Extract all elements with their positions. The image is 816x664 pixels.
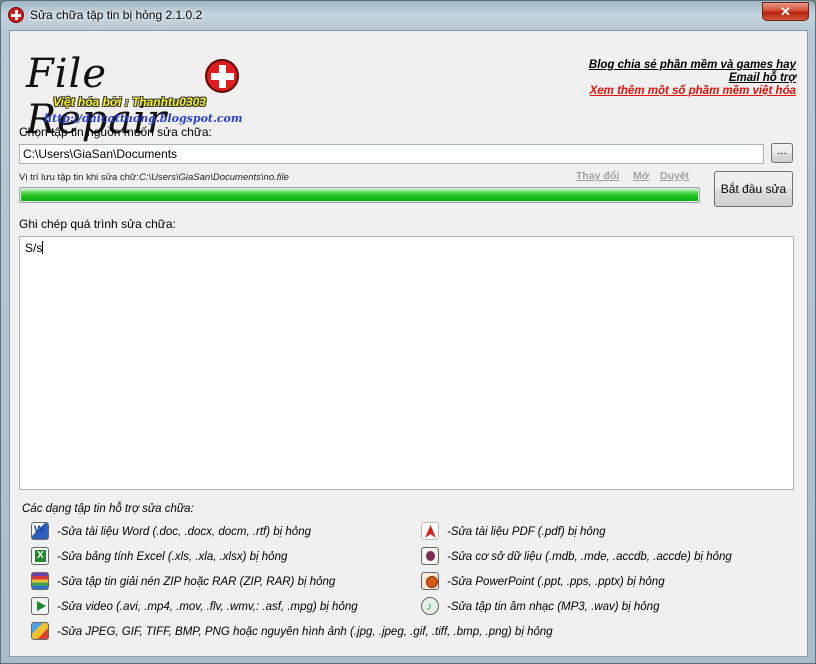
source-label: Chọn tập tin nguồn muốn sửa chữa: bbox=[19, 125, 212, 139]
browse-save-link[interactable]: Duyệt bbox=[660, 170, 689, 182]
progress-fill bbox=[21, 189, 698, 201]
more-software-link[interactable]: Xem thêm một số phầm mềm việt hóa bbox=[589, 85, 796, 98]
log-label: Ghi chép quá trình sửa chữa: bbox=[19, 217, 176, 231]
file-type-text: -Sửa video (.avi, .mp4, .mov, .flv, .wmv… bbox=[57, 601, 358, 613]
file-type-text: -Sửa cơ sở dữ liệu (.mdb, .mde, .accdb, … bbox=[447, 551, 732, 563]
excel-icon bbox=[31, 547, 49, 565]
logo-url[interactable]: http://daicattuong.blogspot.com bbox=[44, 112, 243, 125]
blog-link[interactable]: Blog chia sẻ phần mềm và games hay bbox=[589, 59, 796, 72]
email-support-link[interactable]: Email hỗ trợ bbox=[589, 72, 796, 85]
start-repair-button[interactable]: Bắt đầu sửa bbox=[714, 171, 793, 207]
save-location-label: Vị trí lưu tập tin khi sửa chữ:C:\Users\… bbox=[19, 172, 289, 183]
open-link[interactable]: Mở bbox=[633, 170, 649, 182]
header-links: Blog chia sẻ phần mềm và games hay Email… bbox=[589, 59, 796, 98]
file-type-text: -Sửa bảng tính Excel (.xls, .xla, .xlsx)… bbox=[57, 551, 288, 563]
pdf-icon bbox=[421, 522, 439, 540]
browse-source-button[interactable]: ... bbox=[771, 143, 793, 163]
close-button[interactable]: ✕ bbox=[762, 2, 809, 21]
progress-bar bbox=[19, 187, 700, 203]
save-location-caption: Vị trí lưu tập tin khi sửa chữ: bbox=[19, 172, 139, 183]
app-window: Sửa chữa tập tin bị hỏng 2.1.0.2 ✕ File … bbox=[0, 0, 816, 664]
supported-types-title: Các dạng tập tin hỗ trợ sửa chữa: bbox=[22, 503, 194, 515]
title-bar[interactable]: Sửa chữa tập tin bị hỏng 2.1.0.2 ✕ bbox=[1, 1, 815, 29]
log-content: S/s bbox=[25, 241, 43, 255]
file-type-text: -Sửa tập tin giải nén ZIP hoặc RAR (ZIP,… bbox=[57, 576, 336, 588]
database-icon bbox=[421, 547, 439, 565]
music-icon bbox=[421, 597, 439, 615]
word-icon bbox=[31, 522, 49, 540]
logo-plus-icon bbox=[205, 59, 239, 93]
window-title: Sửa chữa tập tin bị hỏng 2.1.0.2 bbox=[30, 8, 203, 22]
file-type-text: -Sửa JPEG, GIF, TIFF, BMP, PNG hoặc nguy… bbox=[57, 626, 553, 638]
archive-icon bbox=[31, 572, 49, 590]
file-type-text: -Sửa tài liệu Word (.doc, .docx, docm, .… bbox=[57, 526, 311, 538]
logo-subtitle: Việt hóa bởi : Thanhtu0303 bbox=[53, 95, 206, 109]
video-icon bbox=[31, 597, 49, 615]
source-path-input[interactable]: C:\Users\GiaSan\Documents bbox=[19, 144, 764, 164]
main-panel: File Repair Việt hóa bởi : Thanhtu0303 h… bbox=[9, 30, 808, 657]
app-logo: File Repair Việt hóa bởi : Thanhtu0303 h… bbox=[26, 49, 256, 143]
repair-log-textarea[interactable]: S/s bbox=[19, 236, 794, 490]
app-logo-icon bbox=[8, 7, 24, 23]
image-icon bbox=[31, 622, 49, 640]
text-caret bbox=[42, 241, 44, 254]
file-type-text: -Sửa tài liệu PDF (.pdf) bị hỏng bbox=[447, 526, 606, 538]
powerpoint-icon bbox=[421, 572, 439, 590]
file-type-text: -Sửa tập tin âm nhạc (MP3, .wav) bị hỏng bbox=[447, 601, 660, 613]
file-type-text: -Sửa PowerPoint (.ppt, .pps, .pptx) bị h… bbox=[447, 576, 665, 588]
save-location-path: C:\Users\GiaSan\Documents\no.file bbox=[138, 172, 289, 183]
change-link[interactable]: Thay đổi bbox=[576, 170, 619, 182]
